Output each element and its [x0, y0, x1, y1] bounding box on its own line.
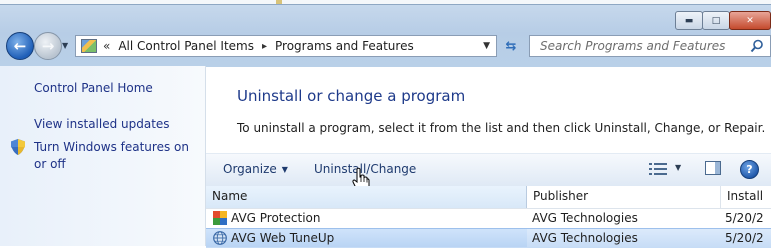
control-panel-icon	[81, 39, 97, 53]
window-controls: ▬ □ ✕	[675, 11, 771, 31]
address-dropdown-icon[interactable]: ▼	[483, 41, 490, 51]
recent-pages-dropdown[interactable]: ▼	[62, 41, 68, 50]
arrow-left-icon: ←	[13, 37, 27, 55]
chevron-down-icon: ▼	[281, 165, 288, 174]
list-header: Name Publisher Install	[206, 186, 771, 209]
program-publisher: AVG Technologies	[532, 211, 638, 225]
search-input[interactable]	[538, 38, 752, 54]
arrow-right-icon: →	[41, 37, 55, 55]
program-name: AVG Web TuneUp	[231, 231, 335, 245]
search-box[interactable]	[529, 35, 771, 57]
organize-label: Organize	[223, 162, 277, 176]
command-bar: Organize ▼ Uninstall/Change	[206, 153, 771, 187]
organize-button[interactable]: Organize ▼	[223, 162, 288, 176]
preview-pane-button[interactable]	[705, 161, 721, 175]
view-installed-updates-link[interactable]: View installed updates	[34, 116, 170, 133]
table-row-selected[interactable]: AVG Web TuneUp AVG Technologies 5/20/2	[206, 228, 771, 248]
refresh-icon: ⇆	[505, 38, 517, 54]
program-publisher: AVG Technologies	[532, 231, 638, 245]
close-button[interactable]: ✕	[729, 11, 771, 30]
column-header-name[interactable]: Name	[206, 186, 527, 208]
breadcrumb-programs-and-features[interactable]: Programs and Features	[275, 39, 414, 53]
view-options-dropdown[interactable]: ▼	[675, 163, 681, 172]
maximize-button[interactable]: □	[702, 11, 730, 30]
column-header-installed-on[interactable]: Install	[721, 186, 771, 208]
column-header-publisher[interactable]: Publisher	[527, 186, 721, 208]
forward-button[interactable]: →	[34, 32, 62, 60]
minimize-button[interactable]: ▬	[675, 11, 703, 30]
page-title: Uninstall or change a program	[237, 87, 466, 105]
tasks-pane: Control Panel Home View installed update…	[0, 66, 206, 246]
search-icon[interactable]	[750, 39, 764, 53]
change-view-icon[interactable]	[649, 163, 667, 175]
help-button[interactable]: ?	[740, 160, 759, 179]
page-description: To uninstall a program, select it from t…	[237, 121, 766, 135]
windows-features-link[interactable]: Turn Windows features on or off	[34, 139, 196, 173]
table-row[interactable]: AVG Protection AVG Technologies 5/20/2	[206, 209, 771, 228]
refresh-button[interactable]: ⇆	[500, 36, 522, 56]
globe-icon	[213, 231, 227, 245]
control-panel-home-link[interactable]: Control Panel Home	[34, 80, 153, 97]
program-install-date: 5/20/2	[725, 211, 764, 225]
program-install-date: 5/20/2	[725, 231, 764, 245]
breadcrumb-all-control-panel-items[interactable]: All Control Panel Items	[118, 39, 254, 53]
back-button[interactable]: ←	[6, 32, 34, 60]
shield-icon	[11, 139, 25, 155]
breadcrumb-separator-icon[interactable]: ▸	[262, 41, 267, 52]
avg-icon	[213, 211, 227, 225]
breadcrumb-overflow[interactable]: «	[103, 39, 110, 53]
program-name: AVG Protection	[231, 211, 321, 225]
address-bar[interactable]: « All Control Panel Items ▸ Programs and…	[75, 35, 497, 57]
